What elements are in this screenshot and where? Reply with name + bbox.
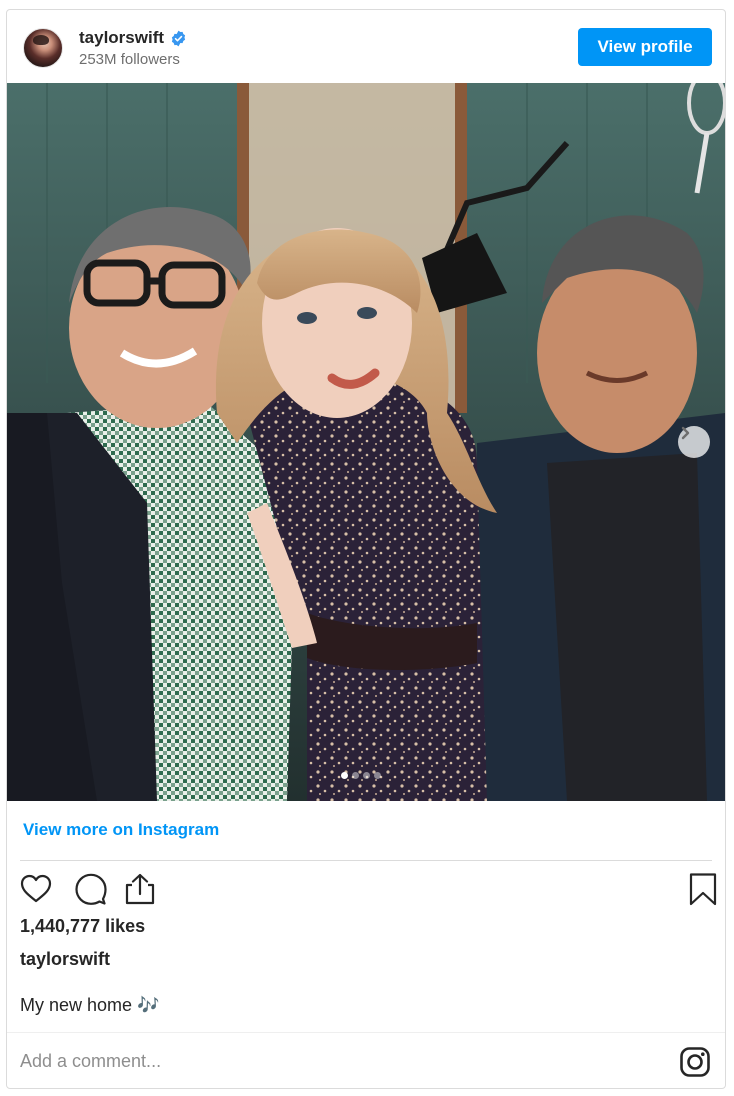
photo-illustration [7,83,725,801]
carousel-next-button[interactable] [678,426,710,458]
verified-badge-icon [170,30,187,47]
caption-username[interactable]: taylorswift [20,949,110,970]
username-row: taylorswift [79,28,187,48]
post-header: taylorswift 253M followers View profile [7,10,725,83]
carousel-dot [363,772,370,779]
avatar[interactable] [23,28,63,68]
bookmark-icon[interactable] [686,872,720,906]
divider [7,1032,725,1033]
heart-icon[interactable] [19,872,53,906]
comment-icon[interactable] [74,872,108,906]
carousel-dot [352,772,359,779]
instagram-logo-icon[interactable] [679,1046,711,1078]
post-photo[interactable] [7,83,725,801]
instagram-embed-card: taylorswift 253M followers View profile [6,9,726,1089]
carousel-dot-active [341,772,348,779]
chevron-right-icon [681,426,690,440]
comment-input[interactable] [20,1046,640,1076]
carousel-indicator [341,772,381,779]
carousel-dot [374,772,381,779]
follower-count: 253M followers [79,51,180,68]
view-more-link[interactable]: View more on Instagram [23,820,219,840]
caption-text: My new home 🎶 [20,995,160,1015]
action-bar [19,872,717,906]
divider [20,860,712,861]
like-count[interactable]: 1,440,777 likes [20,916,145,937]
view-profile-button[interactable]: View profile [578,28,712,66]
share-icon[interactable] [123,872,157,906]
username[interactable]: taylorswift [79,28,164,48]
